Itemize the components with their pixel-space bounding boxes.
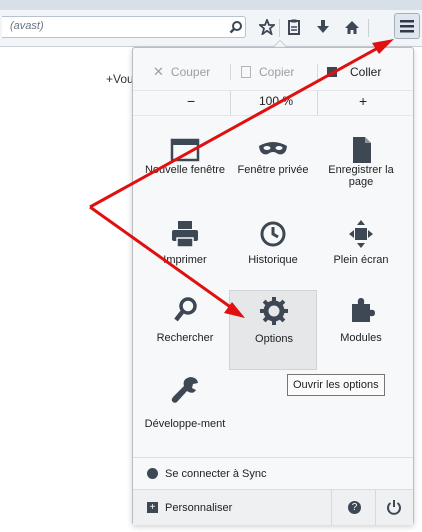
print-button[interactable]: Imprimer [141,214,229,288]
copy-label: Copier [259,65,295,79]
new-window-button[interactable]: Nouvelle fenêtre [141,130,229,204]
url-bar[interactable]: (avast) [2,16,246,38]
tile-label: Plein écran [333,254,389,266]
home-icon[interactable] [340,16,364,38]
tile-label: Historique [248,254,298,266]
copy-button[interactable]: Copier [241,60,294,84]
sync-row[interactable]: Se connecter à Sync [133,457,413,490]
new-window-icon [170,138,200,162]
clipboard-icon[interactable] [284,16,304,38]
customize-row: + Personnaliser ? [133,489,413,525]
tile-label: Imprimer [163,254,207,266]
download-icon[interactable] [312,16,334,38]
save-page-icon [353,137,371,163]
navigation-toolbar: (avast) [0,10,422,47]
developer-button[interactable]: Développe-ment [141,370,229,450]
zoom-controls: − 100 % + [133,90,413,116]
edit-separator [230,64,231,80]
page-background-text: +Vou [106,72,134,86]
addons-button[interactable]: Modules [317,290,405,364]
edit-separator [317,64,318,80]
cut-button[interactable]: ✕ Couper [153,60,210,84]
zoom-separator [317,91,318,115]
tile-label: Enregistrer la page [328,164,394,188]
private-window-button[interactable]: Fenêtre privée [229,130,317,204]
search-icon[interactable] [226,16,246,38]
toolbar-separator [368,19,369,37]
cut-label: Couper [170,65,211,79]
tile-label: Rechercher [156,332,214,344]
zoom-out-button[interactable]: − [187,93,195,109]
zoom-in-button[interactable]: + [359,93,367,109]
paste-label: Coller [350,65,382,79]
sync-label: Se connecter à Sync [165,468,267,480]
find-button[interactable]: Rechercher [141,290,229,364]
tile-label: Modules [340,332,382,344]
toolbar-separator [279,19,280,37]
url-text: (avast) [10,20,44,32]
fullscreen-button[interactable]: Plein écran [317,214,405,288]
power-icon[interactable] [386,499,402,515]
footer-separator [375,490,376,525]
menu-panel: ✕ Couper Copier Coller − 100 % + Nouvell… [132,47,414,525]
search-icon [174,297,197,322]
private-mask-icon [259,142,287,155]
options-tooltip: Ouvrir les options [287,374,385,396]
edit-controls: ✕ Couper Copier Coller [133,60,413,84]
paste-button[interactable]: Coller [327,60,381,84]
customize-button[interactable]: Personnaliser [165,502,232,514]
plus-icon: + [147,502,158,513]
history-icon [260,221,286,247]
wrench-icon [171,377,198,403]
puzzle-icon [352,298,375,322]
print-icon [172,221,198,248]
history-button[interactable]: Historique [229,214,317,288]
zoom-separator [230,91,231,115]
gear-icon [260,297,288,325]
sync-icon [147,468,158,479]
menu-icon [400,20,414,33]
options-button[interactable]: Options [229,290,317,370]
tile-label: Développe-ment [144,418,226,430]
tile-label: Fenêtre privée [237,164,309,176]
paste-icon [327,67,337,77]
footer-separator [331,490,332,525]
menu-button[interactable] [394,13,420,39]
copy-icon [241,66,251,78]
fullscreen-icon [349,220,373,248]
zoom-reset-button[interactable]: 100 % [259,94,293,108]
tile-label: Options [255,333,293,345]
save-page-button[interactable]: Enregistrer la page [317,130,405,204]
scissors-icon: ✕ [153,64,164,79]
tile-label: Nouvelle fenêtre [144,164,226,176]
star-icon[interactable] [256,16,278,38]
help-icon[interactable]: ? [348,501,361,514]
